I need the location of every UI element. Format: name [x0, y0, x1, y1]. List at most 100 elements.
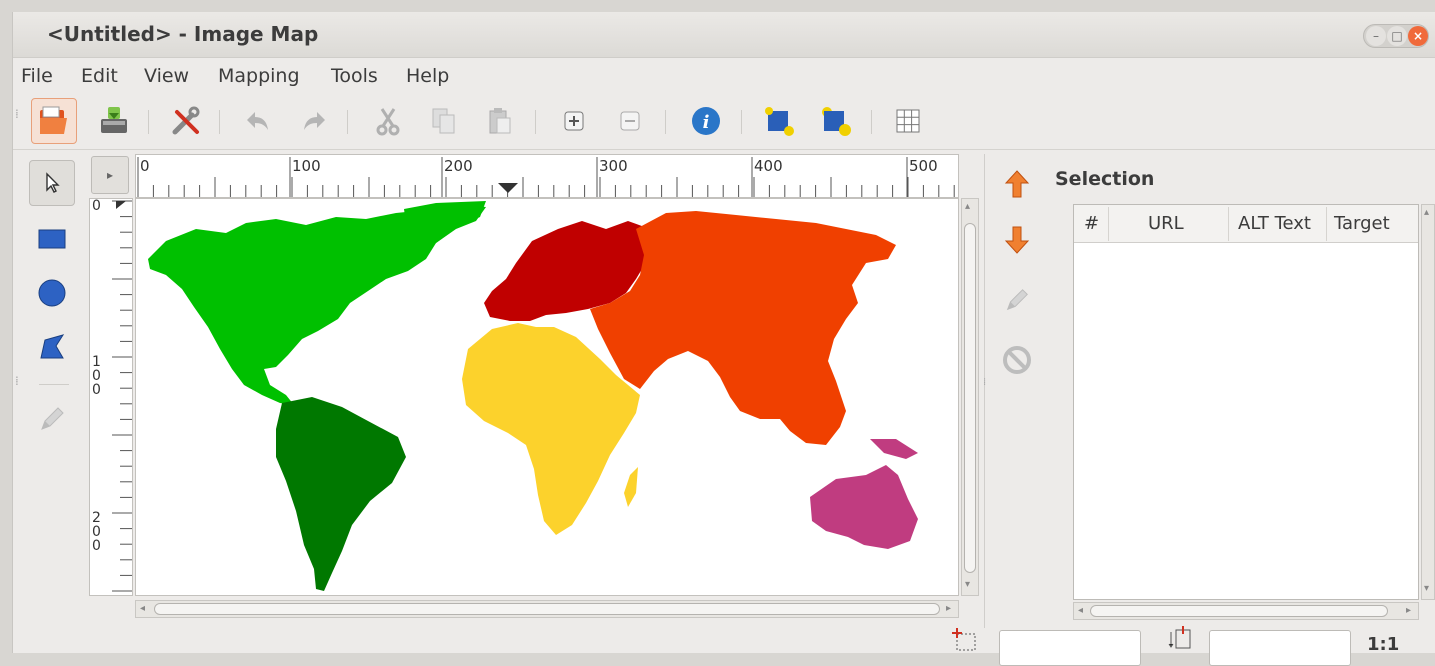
toolbar-separator — [741, 110, 742, 134]
copy-button[interactable] — [421, 98, 467, 144]
image-canvas[interactable] — [135, 198, 959, 596]
bring-to-front-button[interactable] — [813, 98, 859, 144]
scroll-left-arrow[interactable]: ◂ — [140, 603, 145, 614]
minimize-button[interactable]: – — [1366, 26, 1386, 46]
redo-button[interactable] — [291, 98, 337, 144]
toolbar-separator — [148, 110, 149, 134]
vruler-label-100: 100 — [92, 354, 101, 398]
polygon-tool[interactable] — [29, 324, 75, 370]
maximize-button[interactable]: □ — [1387, 26, 1407, 46]
info-icon: i — [692, 107, 720, 135]
toolbar-separator — [535, 110, 536, 134]
table-horizontal-scroll-thumb[interactable] — [1090, 605, 1388, 617]
vruler-position-marker — [116, 201, 126, 209]
zoom-out-icon — [620, 111, 640, 131]
menu-file[interactable]: File — [21, 65, 53, 87]
hruler-label-300: 300 — [599, 157, 628, 175]
scroll-down-arrow[interactable]: ▾ — [965, 579, 970, 590]
zoom-out-button[interactable] — [607, 98, 653, 144]
copy-icon — [432, 108, 455, 134]
selection-panel: Selection # URL ALT Text Target ▴ ▾ ◂ ▸ — [993, 154, 1435, 628]
undo-icon — [247, 112, 268, 130]
menu-bar: File Edit View Mapping Tools Help — [13, 60, 1435, 94]
toolbar-separator — [347, 110, 348, 134]
canvas-vertical-scroll-thumb[interactable] — [964, 223, 976, 573]
table-vertical-scrollbar[interactable]: ▴ ▾ — [1421, 204, 1435, 600]
canvas-vertical-scrollbar[interactable]: ▴ ▾ — [961, 198, 979, 596]
toolbox-separator — [39, 384, 69, 385]
edit-shape-tool[interactable] — [29, 396, 75, 442]
column-header-target[interactable]: Target — [1334, 213, 1390, 234]
undo-button[interactable] — [235, 98, 281, 144]
ruler-position-marker — [498, 183, 518, 193]
toolbox-grip[interactable]: ⁞ — [15, 375, 19, 387]
dimension-icon — [1168, 626, 1191, 649]
horizontal-ruler: 0 100 200 300 400 500 — [135, 154, 959, 198]
info-button[interactable]: i — [683, 98, 729, 144]
table-scroll-left-arrow[interactable]: ◂ — [1078, 605, 1083, 616]
table-horizontal-scrollbar[interactable]: ◂ ▸ — [1073, 602, 1419, 620]
edit-icon — [1006, 289, 1028, 311]
edit-pencil-icon — [41, 407, 64, 430]
close-button[interactable]: × — [1408, 26, 1428, 46]
divider-grip: ⁞ — [983, 377, 987, 388]
zoom-in-button[interactable] — [551, 98, 597, 144]
cut-icon — [376, 108, 400, 136]
zoom-in-icon — [564, 111, 584, 131]
move-up-icon — [1004, 170, 1030, 198]
cut-button[interactable] — [365, 98, 411, 144]
status-dimension-field — [1209, 630, 1351, 666]
selection-table[interactable]: # URL ALT Text Target — [1073, 204, 1419, 600]
send-to-back-button[interactable] — [757, 98, 803, 144]
move-down-icon — [1004, 226, 1030, 254]
canvas-horizontal-scroll-thumb[interactable] — [154, 603, 940, 615]
table-scroll-up-arrow[interactable]: ▴ — [1424, 207, 1429, 218]
edit-selection-button[interactable] — [997, 280, 1037, 320]
canvas-horizontal-scrollbar[interactable]: ◂ ▸ — [135, 600, 959, 618]
vruler-label-0: 0 — [92, 198, 101, 214]
arrow-tool[interactable] — [29, 160, 75, 206]
menu-edit[interactable]: Edit — [81, 65, 118, 87]
hruler-label-0: 0 — [140, 157, 150, 175]
menu-tools[interactable]: Tools — [331, 65, 378, 87]
table-scroll-down-arrow[interactable]: ▾ — [1424, 583, 1429, 594]
rectangle-tool[interactable] — [29, 216, 75, 262]
menu-help[interactable]: Help — [406, 65, 449, 87]
toolbar-separator — [219, 110, 220, 134]
preferences-button[interactable] — [163, 98, 209, 144]
open-icon — [40, 106, 67, 134]
world-map-image — [148, 201, 918, 591]
pane-divider[interactable]: ⁞ — [983, 154, 993, 628]
ruler-corner-button[interactable]: ▸ — [91, 156, 129, 194]
menu-view[interactable]: View — [144, 65, 189, 87]
delete-selection-button[interactable] — [997, 340, 1037, 380]
scroll-up-arrow[interactable]: ▴ — [965, 201, 970, 212]
scroll-right-arrow[interactable]: ▸ — [946, 603, 951, 614]
move-up-button[interactable] — [997, 164, 1037, 204]
window-title: <Untitled> - Image Map — [47, 22, 319, 46]
open-button[interactable] — [31, 98, 77, 144]
circle-tool[interactable] — [29, 270, 75, 316]
horizontal-ruler-ticks — [137, 157, 955, 197]
save-button[interactable] — [91, 98, 137, 144]
preferences-icon — [172, 106, 200, 135]
column-header-number[interactable]: # — [1084, 213, 1099, 234]
hruler-label-200: 200 — [444, 157, 473, 175]
shape-toolbox — [29, 158, 87, 458]
column-header-alt-text[interactable]: ALT Text — [1238, 213, 1311, 234]
bring-to-front-icon — [822, 107, 851, 136]
editor-area: ▸ 0 100 200 300 400 500 0 100 200 ▴ ▾ ◂ … — [89, 154, 979, 624]
circle-icon — [38, 279, 66, 307]
menu-mapping[interactable]: Mapping — [218, 65, 300, 87]
column-header-url[interactable]: URL — [1148, 213, 1184, 234]
zoom-level: 1:1 — [1367, 634, 1400, 655]
hruler-label-100: 100 — [292, 157, 321, 175]
toolbar-grip[interactable]: ⁞ — [15, 108, 19, 120]
hruler-label-400: 400 — [754, 157, 783, 175]
grid-button[interactable] — [885, 98, 931, 144]
selection-title: Selection — [1055, 168, 1155, 190]
move-down-button[interactable] — [997, 220, 1037, 260]
paste-button[interactable] — [477, 98, 523, 144]
table-scroll-right-arrow[interactable]: ▸ — [1406, 605, 1411, 616]
main-toolbar: ⁞ i — [13, 96, 1435, 150]
